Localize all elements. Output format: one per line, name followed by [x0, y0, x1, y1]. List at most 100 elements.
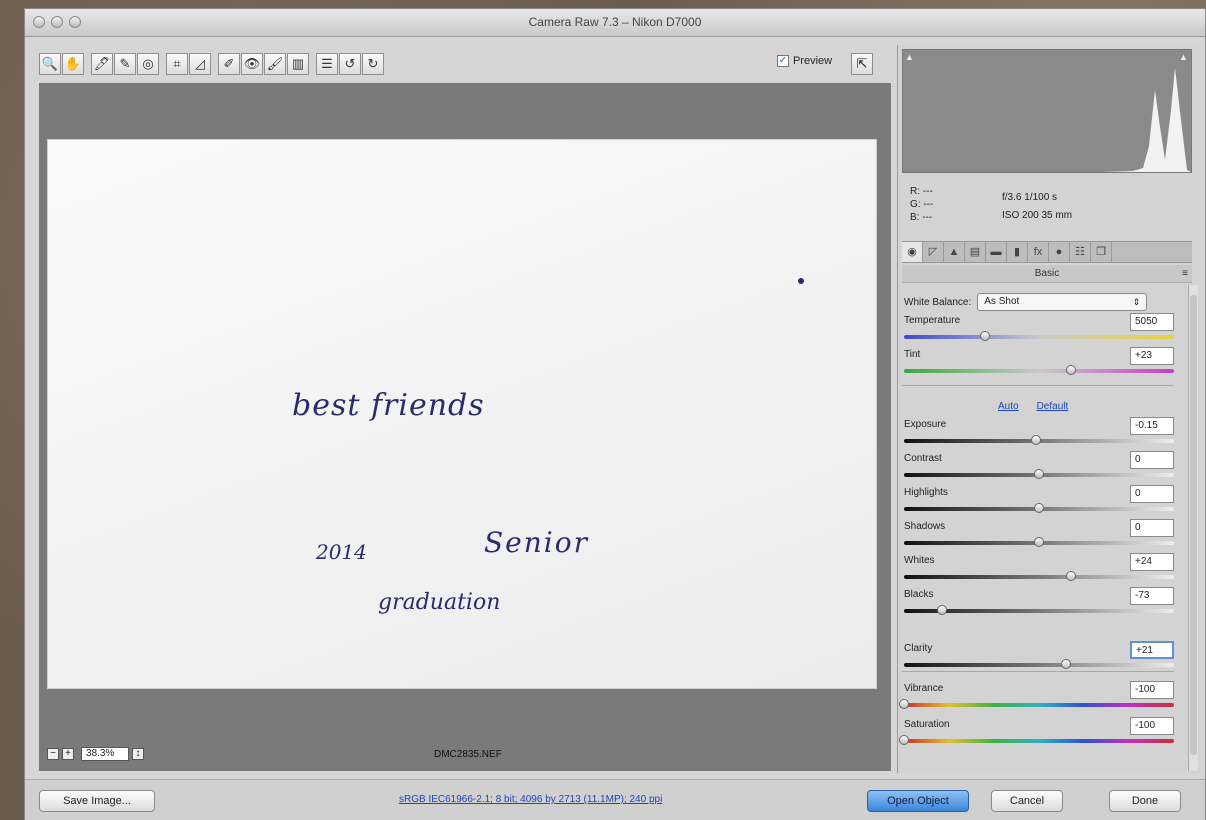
saturation-slider-thumb[interactable]: [899, 735, 909, 745]
zoom-out-button[interactable]: −: [47, 748, 59, 760]
vibrance-value-field[interactable]: -100: [1130, 681, 1174, 699]
clarity-slider-track[interactable]: [904, 663, 1174, 667]
workflow-options-link[interactable]: sRGB IEC61966-2.1; 8 bit; 4096 by 2713 (…: [399, 794, 662, 805]
white-balance-tool-button[interactable]: 🖊: [91, 53, 113, 75]
blacks-value-field[interactable]: -73: [1130, 587, 1174, 605]
zoom-in-button[interactable]: +: [62, 748, 74, 760]
scrollbar-thumb[interactable]: [1190, 295, 1197, 755]
rotate-left-button[interactable]: ↺: [339, 53, 361, 75]
contrast-value-field[interactable]: 0: [1130, 451, 1174, 469]
panel-menu-icon[interactable]: ≡: [1182, 265, 1188, 283]
temperature-slider-thumb[interactable]: [980, 331, 990, 341]
graduated-filter-icon: ▥: [291, 56, 305, 71]
zoom-tool-button[interactable]: 🔍: [39, 53, 61, 75]
shadows-slider-thumb[interactable]: [1034, 537, 1044, 547]
tint-value-field[interactable]: +23: [1130, 347, 1174, 365]
hand-tool-button[interactable]: ✋: [62, 53, 84, 75]
tab-lens-corrections[interactable]: ▮: [1007, 242, 1028, 262]
handwriting-year: 2014: [316, 540, 367, 564]
basic-controls: White Balance: As Shot Auto Default Temp…: [899, 285, 1184, 775]
highlights-control: Highlights 0: [904, 485, 1174, 519]
vibrance-control: Vibrance -100: [899, 681, 1174, 715]
vibrance-slider-track[interactable]: [904, 703, 1174, 707]
vibrance-label: Vibrance: [904, 683, 944, 694]
tab-tone-curve[interactable]: ◸: [923, 242, 944, 262]
zoom-dropdown-icon[interactable]: ↕: [132, 748, 144, 760]
handwriting-senior: Senior: [484, 526, 589, 559]
tab-presets[interactable]: ☷: [1070, 242, 1091, 262]
image-info: R: --- G: --- B: --- f/3.6 1/100 s ISO 2…: [902, 179, 1192, 235]
tint-slider-thumb[interactable]: [1066, 365, 1077, 375]
crop-tool-icon: ⌗: [173, 56, 181, 71]
targeted-adjustment-tool-button[interactable]: ◎: [137, 53, 159, 75]
ink-dot: [798, 278, 804, 284]
camera-raw-window: Camera Raw 7.3 – Nikon D7000 🔍 ✋ 🖊 ✎ ◎ ⌗ ◿ ✐ 👁 🖌 ▥…: [24, 8, 1206, 820]
red-eye-tool-icon: 👁: [243, 56, 261, 71]
saturation-value-field[interactable]: -100: [1130, 717, 1174, 735]
default-link[interactable]: Default: [1037, 401, 1069, 412]
preview-toggle[interactable]: ✓ Preview: [777, 55, 832, 67]
preview-label: Preview: [793, 55, 833, 67]
save-image-button[interactable]: Save Image...: [39, 790, 155, 812]
zoom-control: − + 38.3% ↕: [47, 747, 144, 761]
temperature-label: Temperature: [904, 315, 961, 326]
whites-control: Whites +24: [904, 553, 1174, 587]
vibrance-slider-thumb[interactable]: [899, 699, 909, 709]
highlights-label: Highlights: [904, 487, 948, 498]
exposure-slider-thumb[interactable]: [1031, 435, 1042, 445]
shadows-value-field[interactable]: 0: [1130, 519, 1174, 537]
whites-slider-track[interactable]: [904, 575, 1174, 579]
saturation-slider-track[interactable]: [904, 739, 1174, 743]
done-button[interactable]: Done: [1109, 790, 1181, 812]
image-canvas: best friends 2014 Senior graduation: [47, 139, 877, 689]
exposure-control: Exposure -0.15: [904, 417, 1174, 451]
adjustment-brush-icon: 🖌: [266, 56, 284, 71]
whites-value-field[interactable]: +24: [1130, 553, 1174, 571]
clarity-value-field[interactable]: +21: [1130, 641, 1174, 659]
adjustment-brush-button[interactable]: 🖌: [264, 53, 286, 75]
white-balance-select[interactable]: As Shot: [977, 293, 1148, 311]
panel-tabs: ◉ ◸ ▲ ▤ ▬ ▮ fx ● ☷ ❐: [902, 241, 1192, 263]
auto-link[interactable]: Auto: [998, 401, 1019, 412]
tab-camera-calibration[interactable]: ●: [1049, 242, 1070, 262]
cancel-button[interactable]: Cancel: [991, 790, 1063, 812]
temperature-slider-track[interactable]: [904, 335, 1174, 339]
exposure-value-field[interactable]: -0.15: [1130, 417, 1174, 435]
panel-scrollbar[interactable]: [1188, 285, 1198, 771]
toolbar: 🔍 ✋ 🖊 ✎ ◎ ⌗ ◿ ✐ 👁 🖌 ▥ ☰ ↺ ↻: [39, 53, 385, 79]
zoom-level-select[interactable]: 38.3%: [81, 747, 129, 761]
crop-tool-button[interactable]: ⌗: [166, 53, 188, 75]
rotate-right-button[interactable]: ↻: [362, 53, 384, 75]
highlights-slider-thumb[interactable]: [1034, 503, 1044, 513]
fullscreen-icon: ⇱: [856, 56, 868, 71]
tint-label: Tint: [904, 349, 921, 360]
blacks-label: Blacks: [904, 589, 934, 600]
contrast-slider-thumb[interactable]: [1034, 469, 1044, 479]
rotate-left-icon: ↺: [344, 56, 356, 71]
clarity-slider-thumb[interactable]: [1061, 659, 1071, 669]
spot-removal-tool-button[interactable]: ✐: [218, 53, 240, 75]
preferences-button[interactable]: ☰: [316, 53, 338, 75]
tab-hsl[interactable]: ▤: [965, 242, 986, 262]
whites-slider-thumb[interactable]: [1066, 571, 1077, 581]
highlights-value-field[interactable]: 0: [1130, 485, 1174, 503]
tab-effects[interactable]: fx: [1028, 242, 1049, 262]
rgb-readout: R: --- G: --- B: ---: [910, 186, 934, 223]
color-sampler-tool-button[interactable]: ✎: [114, 53, 136, 75]
blacks-slider-thumb[interactable]: [936, 605, 947, 615]
red-eye-tool-button[interactable]: 👁: [241, 53, 263, 75]
rotate-right-icon: ↻: [367, 56, 379, 71]
tab-snapshots[interactable]: ❐: [1091, 242, 1112, 262]
tab-detail[interactable]: ▲: [944, 242, 965, 262]
fullscreen-button[interactable]: ⇱: [851, 53, 873, 75]
tab-basic[interactable]: ◉: [902, 242, 923, 262]
color-sampler-tool-icon: ✎: [119, 56, 131, 71]
tab-split-toning[interactable]: ▬: [986, 242, 1007, 262]
open-object-button[interactable]: Open Object: [867, 790, 969, 812]
preview-checkbox[interactable]: ✓: [777, 55, 789, 67]
straighten-tool-icon: ◿: [195, 56, 205, 71]
graduated-filter-button[interactable]: ▥: [287, 53, 309, 75]
temperature-value-field[interactable]: 5050: [1130, 313, 1174, 331]
tint-slider-track[interactable]: [904, 369, 1174, 373]
straighten-tool-button[interactable]: ◿: [189, 53, 211, 75]
